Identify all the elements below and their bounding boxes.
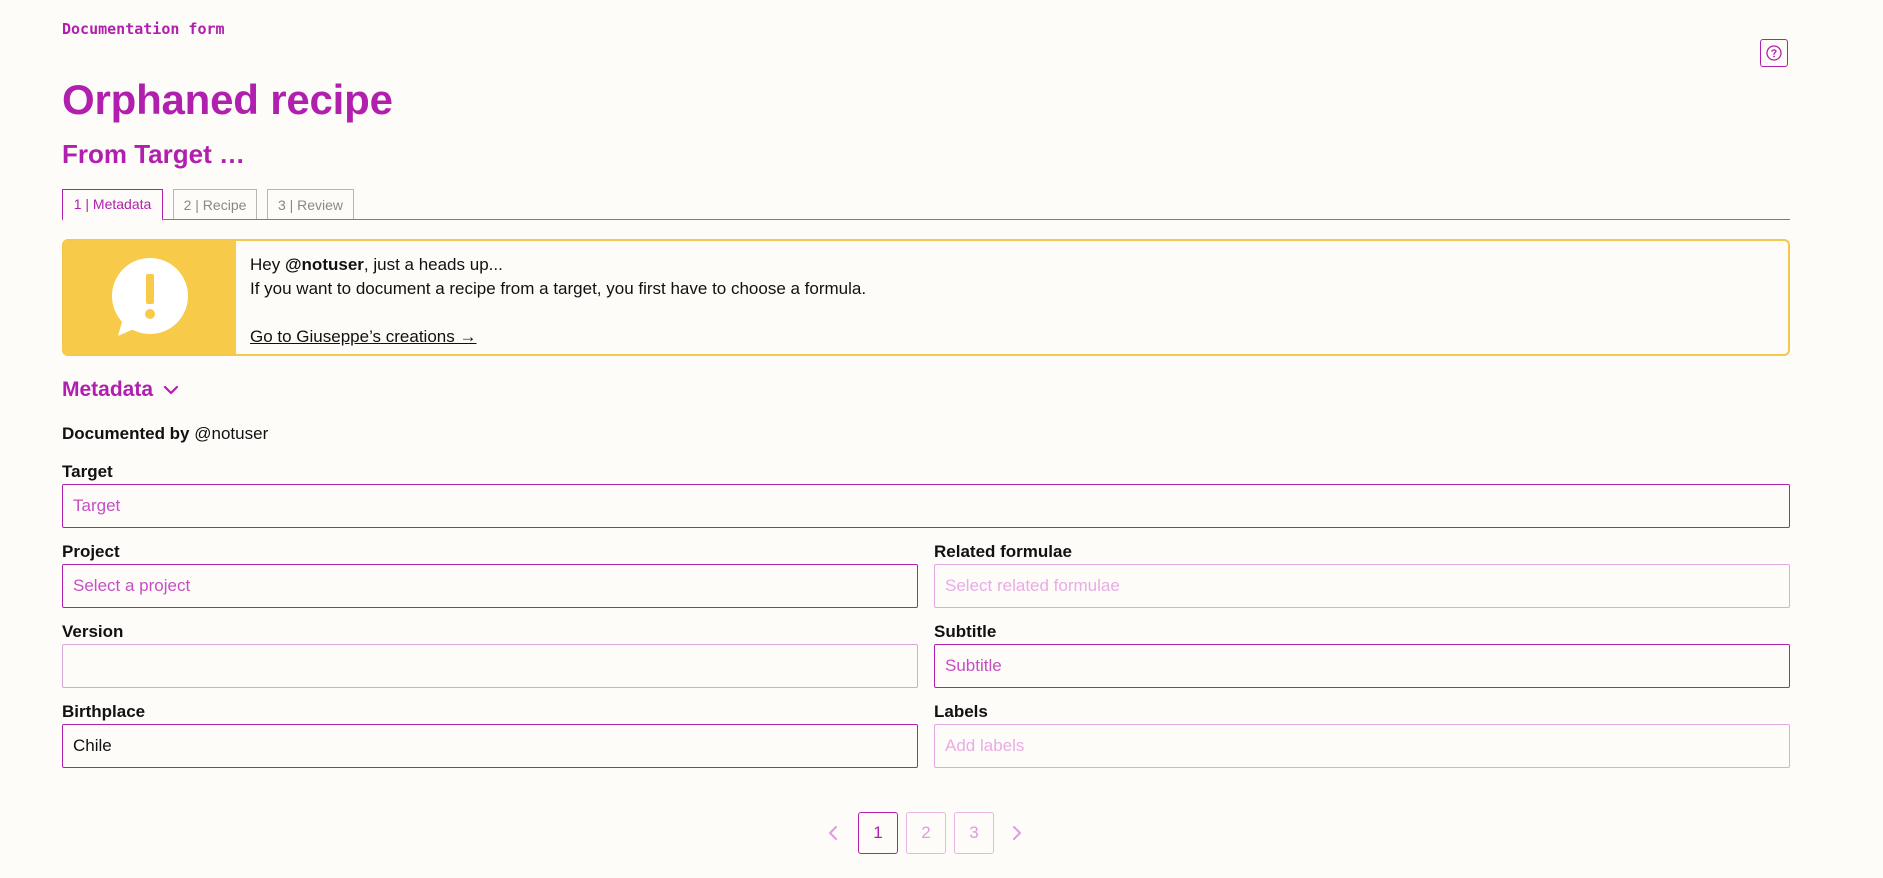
greeting-prefix: Hey [250, 255, 285, 274]
alert-icon-panel [64, 241, 236, 354]
page-3-button[interactable]: 3 [954, 812, 994, 854]
page-subtitle: From Target … [62, 139, 245, 169]
page-1-button[interactable]: 1 [858, 812, 898, 854]
project-select[interactable]: Select a project [62, 564, 918, 608]
exclamation-bubble-icon [112, 257, 188, 336]
alert-message: Hey @notuser, just a heads up... If you … [250, 253, 866, 349]
birthplace-input[interactable]: Chile [62, 724, 918, 768]
labels-placeholder: Add labels [945, 736, 1025, 755]
alert-greeting: Hey @notuser, just a heads up... [250, 253, 866, 277]
project-placeholder: Select a project [73, 576, 191, 595]
alert-spacer [250, 301, 866, 325]
birthplace-value: Chile [73, 736, 112, 755]
tab-recipe[interactable]: 2 | Recipe [173, 189, 257, 219]
tab-review[interactable]: 3 | Review [267, 189, 354, 219]
step-tabs: 1 | Metadata 2 | Recipe 3 | Review [62, 189, 1790, 221]
documented-by: Documented by @notuser [62, 424, 268, 444]
prev-page-button[interactable] [820, 820, 846, 846]
warning-alert: Hey @notuser, just a heads up... If you … [62, 239, 1790, 356]
section-title: Metadata [62, 378, 154, 401]
labels-label: Labels [934, 702, 988, 721]
metadata-section-toggle[interactable]: Metadata [62, 378, 179, 402]
target-placeholder: Target [73, 496, 121, 515]
form-eyebrow: Documentation form [62, 20, 225, 38]
target-label: Target [62, 462, 113, 481]
question-circle-icon [1766, 45, 1782, 61]
related-formulae-placeholder: Select related formulae [945, 576, 1120, 595]
documented-by-label: Documented by [62, 424, 190, 443]
related-formulae-select[interactable]: Select related formulae [934, 564, 1790, 608]
project-label: Project [62, 542, 120, 561]
next-page-button[interactable] [1004, 820, 1030, 846]
chevron-right-icon [1013, 826, 1021, 840]
version-input[interactable] [62, 644, 918, 688]
alert-body: If you want to document a recipe from a … [250, 279, 867, 298]
related-formulae-label: Related formulae [934, 542, 1072, 561]
target-input[interactable]: Target [62, 484, 1790, 528]
page-2-button[interactable]: 2 [906, 812, 946, 854]
subtitle-placeholder: Subtitle [945, 656, 1002, 675]
version-label: Version [62, 622, 124, 641]
pagination: 1 2 3 [62, 812, 1790, 854]
chevron-left-icon [829, 826, 837, 840]
creations-link[interactable]: Go to Giuseppe’s creations → [250, 327, 476, 346]
chevron-down-icon [163, 385, 179, 395]
labels-input[interactable]: Add labels [934, 724, 1790, 768]
help-button[interactable] [1760, 39, 1788, 67]
subtitle-input[interactable]: Subtitle [934, 644, 1790, 688]
alert-username: @notuser [284, 255, 364, 274]
birthplace-label: Birthplace [62, 702, 146, 721]
tab-metadata[interactable]: 1 | Metadata [62, 189, 163, 221]
documented-by-user: @notuser [194, 424, 269, 443]
greeting-suffix: , just a heads up... [363, 255, 503, 274]
page-title: Orphaned recipe [62, 76, 393, 123]
subtitle-label: Subtitle [934, 622, 997, 641]
